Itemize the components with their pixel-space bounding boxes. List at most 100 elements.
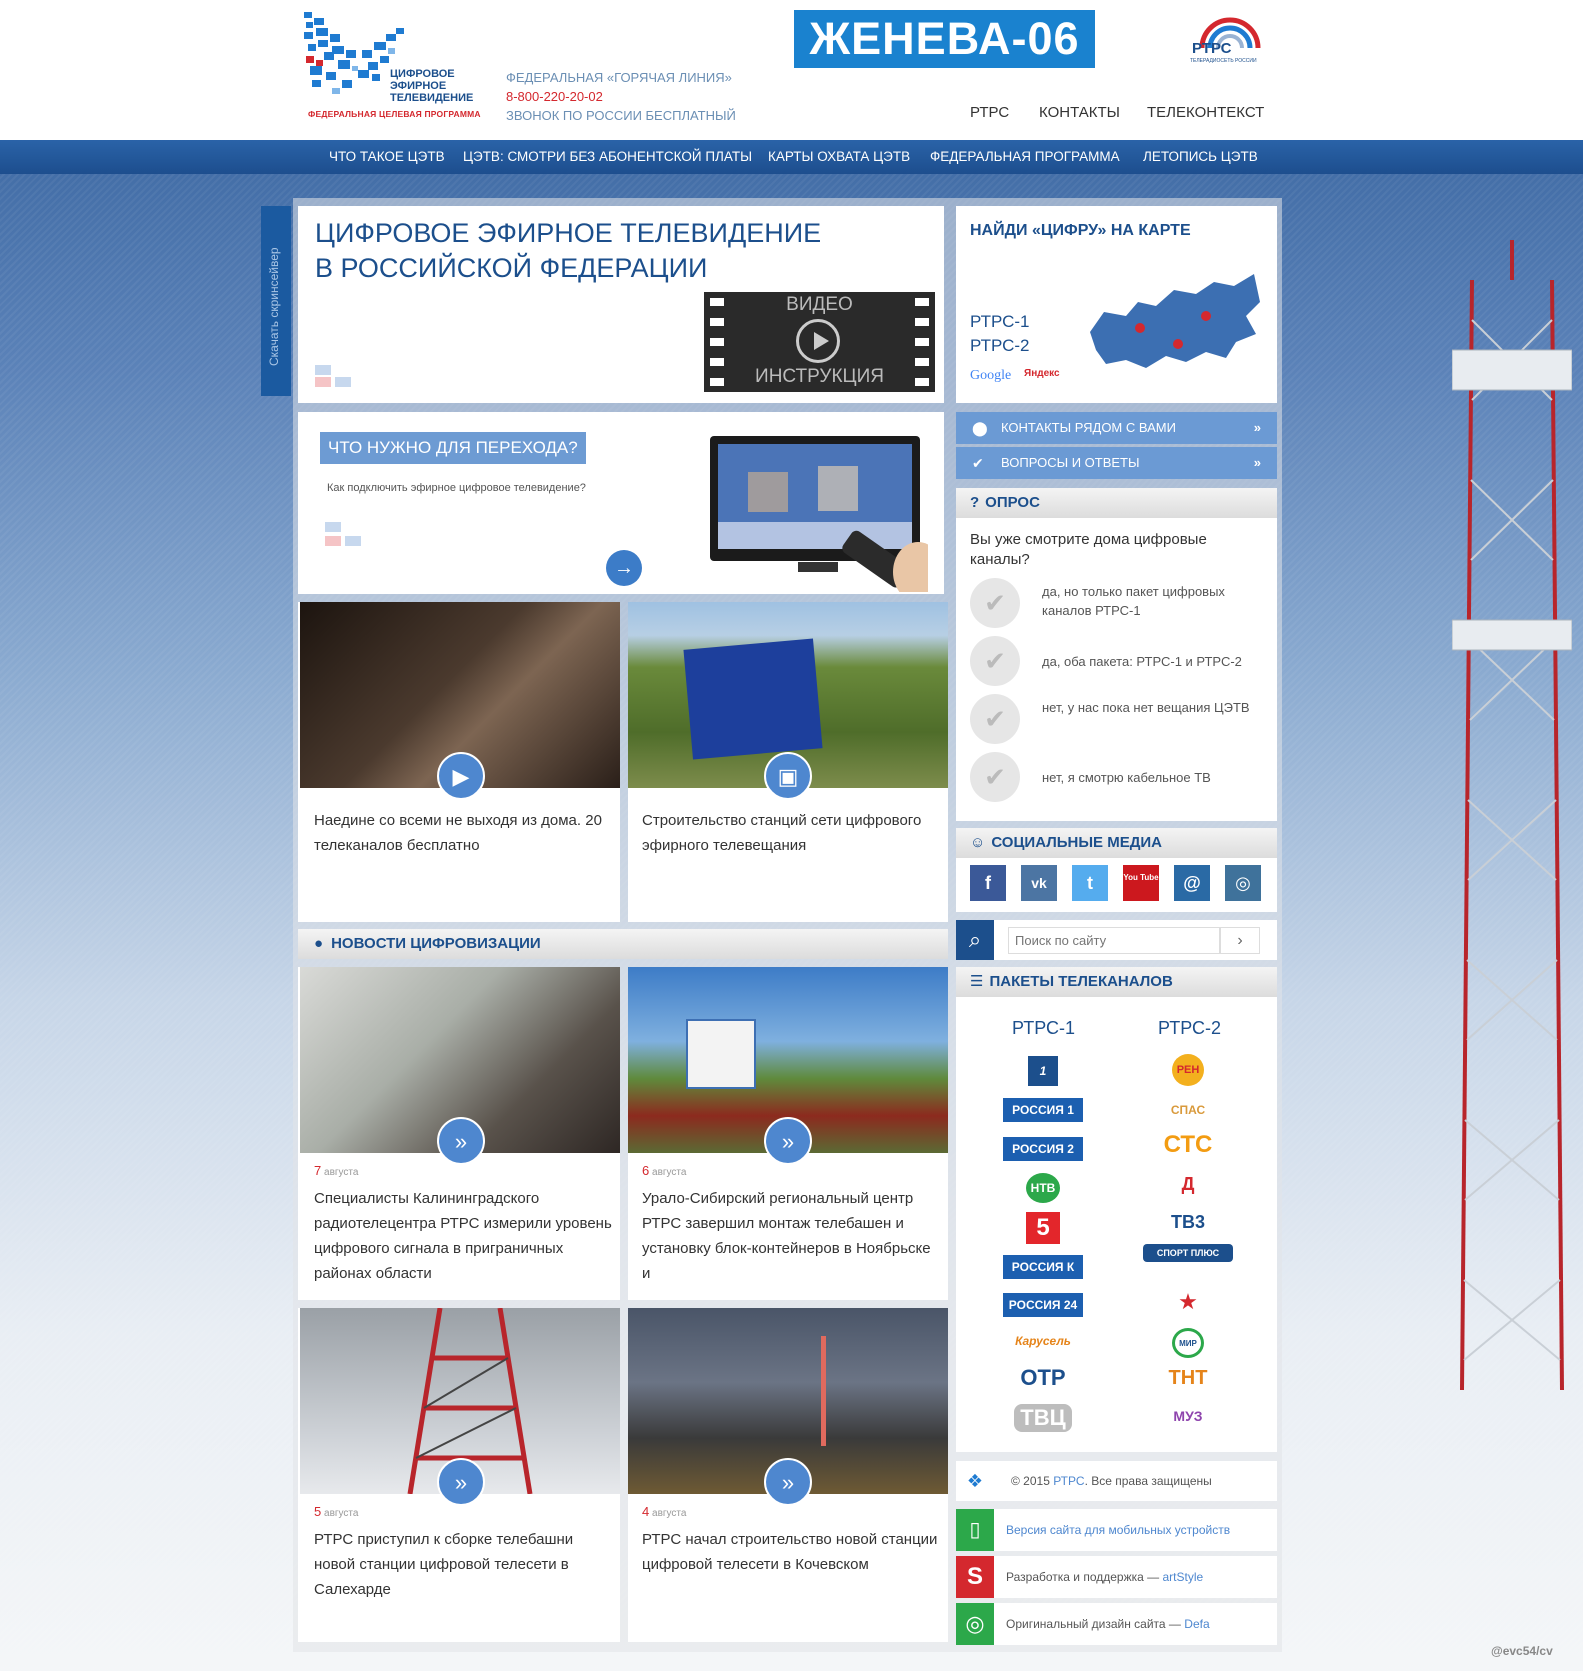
- butterfly-logo-icon: ❖: [966, 1471, 984, 1491]
- channel-logo-sts[interactable]: СТС: [1150, 1133, 1226, 1157]
- russia-map-icon[interactable]: [1086, 272, 1264, 376]
- hotline-phone[interactable]: 8-800-220-20-02: [506, 87, 736, 106]
- map-title[interactable]: НАЙДИ «ЦИФРУ» НА КАРТЕ: [970, 222, 1191, 240]
- channel-logo-spas[interactable]: СПАС: [1150, 1098, 1226, 1122]
- check-icon[interactable]: ✔: [970, 694, 1020, 744]
- social-header: ☺ СОЦИАЛЬНЫЕ МЕДИА: [956, 828, 1277, 858]
- channel-logo-zvezda[interactable]: ★: [1150, 1290, 1226, 1314]
- twitter-icon[interactable]: t: [1072, 865, 1108, 901]
- map-mux1[interactable]: РТРС-1: [970, 312, 1030, 332]
- defa-link[interactable]: Defa: [1184, 1617, 1209, 1631]
- nav-item-coverage-maps[interactable]: КАРТЫ ОХВАТА ЦЭТВ: [768, 149, 910, 164]
- news-text[interactable]: РТРС приступил к сборке телебашни новой …: [314, 1527, 614, 1602]
- check-icon[interactable]: ✔: [970, 752, 1020, 802]
- nav-item-what-is-cetv[interactable]: ЧТО ТАКОЕ ЦЭТВ: [329, 149, 445, 164]
- channel-logo-mir[interactable]: МИР: [1172, 1328, 1204, 1358]
- screensaver-download-tab[interactable]: Скачать скринсейвер: [261, 206, 291, 396]
- faq-link[interactable]: ✔ ВОПРОСЫ И ОТВЕТЫ»: [956, 447, 1277, 479]
- news-text[interactable]: Специалисты Калининградского радиотелеце…: [314, 1186, 614, 1286]
- video-label-bottom: ИНСТРУКЦИЯ: [755, 366, 884, 387]
- youtube-icon[interactable]: You Tube: [1123, 865, 1159, 901]
- check-icon[interactable]: ✔: [970, 578, 1020, 628]
- feature-text[interactable]: Наедине со всеми не выходя из дома. 20 т…: [314, 808, 614, 858]
- chevron-double-right-icon: »: [1253, 420, 1261, 435]
- header-link-telecontext[interactable]: ТЕЛЕКОНТЕКСТ: [1147, 104, 1264, 121]
- news-date: 6 августа: [642, 1163, 687, 1178]
- channel-logo-muz[interactable]: МУЗ: [1150, 1404, 1226, 1428]
- rtrs-logo[interactable]: РТРС ТЕЛЕРАДИОСЕТЬ РОССИИ: [1188, 8, 1266, 68]
- map-mux2[interactable]: РТРС-2: [970, 336, 1030, 356]
- channel-logo-rossiya1[interactable]: РОССИЯ 1: [1003, 1098, 1083, 1122]
- tv-tower-silhouette: [821, 1336, 826, 1446]
- transition-title[interactable]: ЧТО НУЖНО ДЛЯ ПЕРЕХОДА?: [320, 432, 586, 464]
- deco-square: [325, 522, 341, 532]
- mobile-version-row[interactable]: ▯ Версия сайта для мобильных устройств: [956, 1509, 1277, 1551]
- header-link-contacts[interactable]: КОНТАКТЫ: [1039, 104, 1120, 121]
- copyright-rtrs-link[interactable]: РТРС: [1053, 1474, 1084, 1488]
- artstyle-link[interactable]: artStyle: [1162, 1570, 1203, 1584]
- container-building: [686, 1019, 756, 1089]
- poll-option[interactable]: ✔ да, но только пакет цифровых каналов Р…: [970, 578, 1270, 632]
- channel-logo-karusel[interactable]: Карусель: [1003, 1329, 1083, 1353]
- channel-logo-ntv[interactable]: НТВ: [1026, 1173, 1060, 1203]
- cetv-logo[interactable]: ЦИФРОВОЕ ЭФИРНОЕ ТЕЛЕВИДЕНИЕ ФЕДЕРАЛЬНАЯ…: [302, 10, 482, 122]
- poll-option[interactable]: ✔ нет, я смотрю кабельное ТВ: [970, 752, 1270, 806]
- packages-mux1-title[interactable]: РТРС-1: [1012, 1018, 1075, 1039]
- poll-option[interactable]: ✔ да, оба пакета: РТРС-1 и РТРС-2: [970, 636, 1270, 690]
- artstyle-logo-icon: S: [956, 1556, 994, 1598]
- poll-question: Вы уже смотрите дома цифровые каналы?: [970, 531, 1207, 568]
- chevron-right-icon[interactable]: »: [764, 1458, 812, 1506]
- image-icon[interactable]: ▣: [764, 752, 812, 800]
- channel-logo-rossiyak[interactable]: РОССИЯ К: [1003, 1255, 1083, 1279]
- facebook-icon[interactable]: f: [970, 865, 1006, 901]
- channel-logo-tvc[interactable]: ТВЦ: [1014, 1404, 1072, 1432]
- channel-logo-5[interactable]: 5: [1026, 1212, 1060, 1244]
- instagram-icon[interactable]: ◎: [1225, 865, 1261, 901]
- play-icon: [796, 319, 840, 363]
- news-text[interactable]: Урало-Сибирский региональный центр РТРС …: [642, 1186, 942, 1286]
- question-icon: ?: [970, 494, 980, 511]
- channel-logo-tv3[interactable]: ТВ3: [1150, 1210, 1226, 1234]
- poll-option[interactable]: ✔ нет, у нас пока нет вещания ЦЭТВ: [970, 694, 1270, 748]
- mobile-version-link[interactable]: Версия сайта для мобильных устройств: [1006, 1523, 1230, 1537]
- site-header: ЦИФРОВОЕ ЭФИРНОЕ ТЕЛЕВИДЕНИЕ ФЕДЕРАЛЬНАЯ…: [0, 0, 1583, 140]
- hotline-note: ЗВОНОК ПО РОССИИ БЕСПЛАТНЫЙ: [506, 108, 736, 123]
- chevron-right-icon[interactable]: »: [764, 1117, 812, 1165]
- vk-icon[interactable]: vk: [1021, 865, 1057, 901]
- contacts-nearby-link[interactable]: ⬤ КОНТАКТЫ РЯДОМ С ВАМИ»: [956, 412, 1277, 444]
- google-maps-link[interactable]: Google: [970, 368, 1011, 384]
- news-date: 7 августа: [314, 1163, 359, 1178]
- channel-logo-rossiya2[interactable]: РОССИЯ 2: [1003, 1137, 1083, 1161]
- video-instruction-button[interactable]: ВИДЕО ИНСТРУКЦИЯ: [704, 292, 935, 392]
- poll-option-text: да, но только пакет цифровых каналов РТР…: [1042, 584, 1225, 618]
- yandex-maps-link[interactable]: Яндекс: [1024, 368, 1060, 379]
- channel-logo-domashniy[interactable]: Д: [1150, 1172, 1226, 1196]
- header-link-rtrs[interactable]: РТРС: [970, 104, 1009, 121]
- channel-logo-sport-plus[interactable]: СПОРТ ПЛЮС: [1143, 1244, 1233, 1262]
- check-icon[interactable]: ✔: [970, 636, 1020, 686]
- channel-logo-rossiya24[interactable]: РОССИЯ 24: [1003, 1293, 1083, 1317]
- transition-arrow-button[interactable]: →: [606, 550, 642, 586]
- ok-icon[interactable]: @: [1174, 865, 1210, 901]
- chevron-right-icon[interactable]: »: [437, 1117, 485, 1165]
- chevron-right-icon[interactable]: »: [437, 1458, 485, 1506]
- news-text[interactable]: РТРС начал строительство новой станции ц…: [642, 1527, 942, 1577]
- search-input[interactable]: [1008, 927, 1220, 954]
- play-icon[interactable]: ▶: [437, 752, 485, 800]
- channel-logo-otr[interactable]: ОТР: [1003, 1366, 1083, 1390]
- search-icon[interactable]: ⌕: [956, 920, 994, 960]
- watermark: @evc54/cv: [1491, 1644, 1553, 1658]
- nav-item-chronicle[interactable]: ЛЕТОПИСЬ ЦЭТВ: [1143, 149, 1258, 164]
- nav-item-federal-program[interactable]: ФЕДЕРАЛЬНАЯ ПРОГРАММА: [930, 149, 1120, 164]
- channel-logo-ren[interactable]: РЕН: [1172, 1054, 1204, 1086]
- channel-logo-perviy[interactable]: 1: [1028, 1056, 1058, 1086]
- feature-text[interactable]: Строительство станций сети цифрового эфи…: [642, 808, 942, 858]
- poll-header: ? ОПРОС: [956, 488, 1277, 518]
- geneva-banner[interactable]: ЖЕНЕВА-06: [794, 10, 1095, 68]
- packages-mux2-title[interactable]: РТРС-2: [1158, 1018, 1221, 1039]
- packages-header: ☰ ПАКЕТЫ ТЕЛЕКАНАЛОВ: [956, 967, 1277, 997]
- nav-item-free-watch[interactable]: ЦЭТВ: СМОТРИ БЕЗ АБОНЕНТСКОЙ ПЛАТЫ: [463, 149, 752, 164]
- news-section-title: НОВОСТИ ЦИФРОВИЗАЦИИ: [331, 935, 541, 952]
- channel-logo-tnt[interactable]: ТНТ: [1150, 1366, 1226, 1390]
- search-submit-button[interactable]: ›: [1220, 927, 1260, 954]
